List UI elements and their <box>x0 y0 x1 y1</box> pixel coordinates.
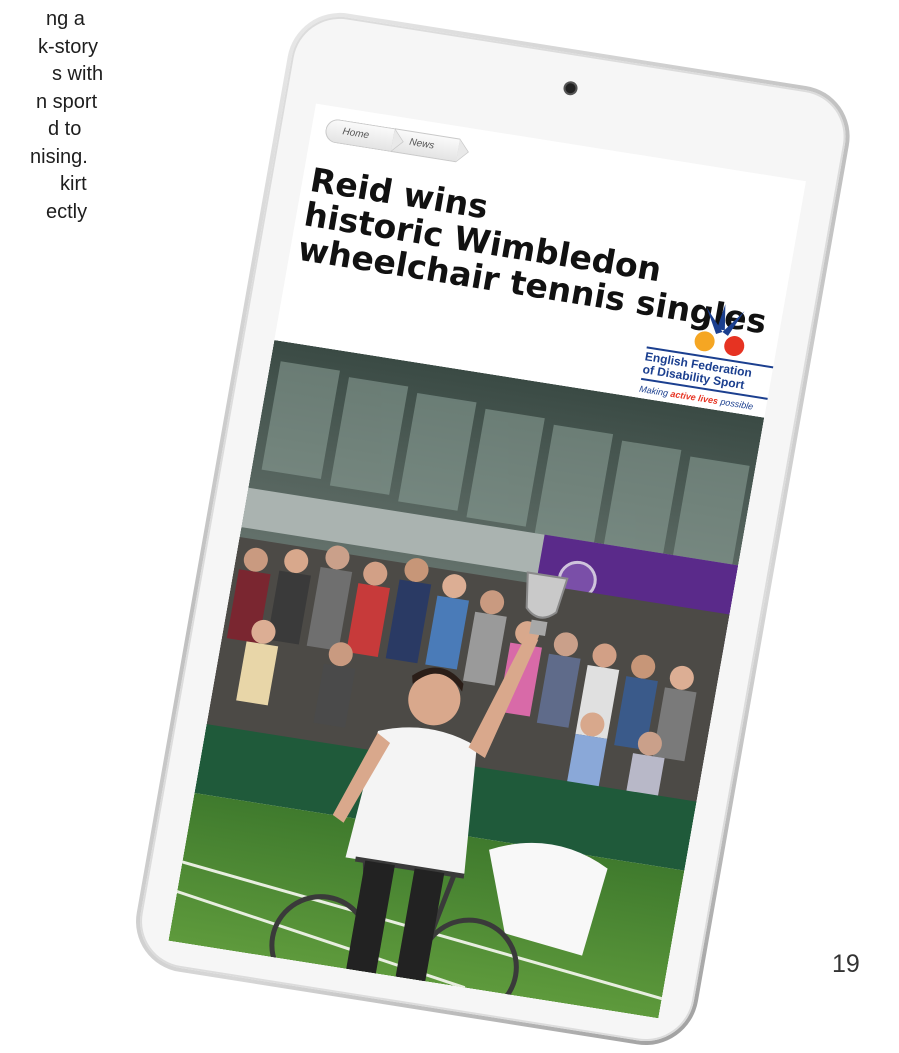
text-line: k-story <box>38 35 98 58</box>
article-photo <box>168 339 765 1019</box>
efds-logo: English Federation of Disability Sport M… <box>638 289 795 419</box>
text-line: d to <box>48 118 82 140</box>
camera-icon <box>564 82 577 94</box>
breadcrumb: Home News <box>323 117 460 163</box>
adjacent-article-text: ng a k-story s with n sport d to nising.… <box>0 6 103 226</box>
text-line: ectly <box>46 200 88 223</box>
text-line: kirt <box>60 173 87 195</box>
tablet-device: Home News Reid wins historic Wimbledon w… <box>127 5 858 1053</box>
text-line: n sport <box>36 90 98 113</box>
breadcrumb-home[interactable]: Home <box>323 117 395 152</box>
text-line: nising. <box>30 145 88 168</box>
page-number: 19 <box>832 950 860 978</box>
tagline-post: possible <box>717 396 754 412</box>
tablet-screen: Home News Reid wins historic Wimbledon w… <box>168 103 806 1019</box>
tagline-pre: Making <box>638 383 672 399</box>
text-line: ng a <box>46 8 85 30</box>
text-line: s with <box>52 63 104 85</box>
tablet-bezel: Home News Reid wins historic Wimbledon w… <box>132 10 854 1048</box>
wimbledon-photo <box>168 339 765 1019</box>
